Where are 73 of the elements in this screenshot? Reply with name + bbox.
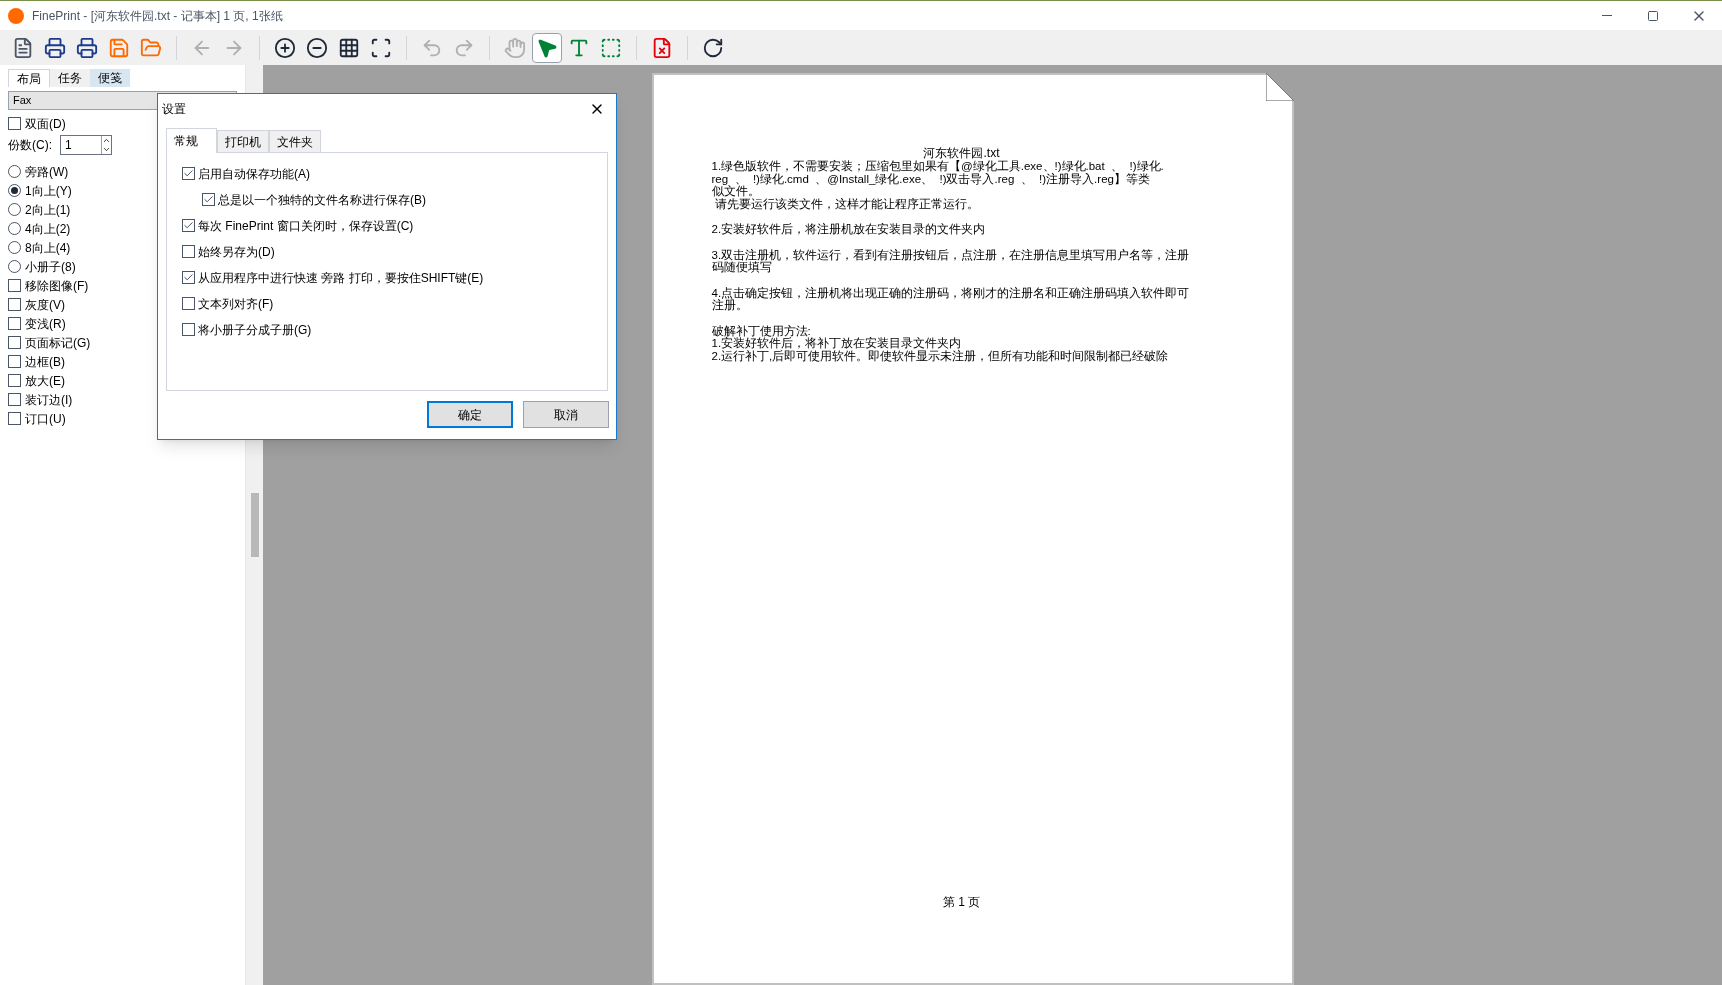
document-text-line: 码随便填写 bbox=[711, 261, 772, 274]
sidebar-tab[interactable]: 便笺 bbox=[90, 69, 130, 87]
option-label: 文本列对齐(F) bbox=[198, 295, 274, 313]
document-text-line: 1.绿色版软件，不需要安装；压缩包里如果有【@绿化工具.exe、!)绿化.bat 、 !)绿化. bbox=[711, 160, 1165, 173]
document-text-line: 1.安装好软件后，将补丁放在安装目录文件夹内 bbox=[711, 337, 962, 349]
option-label: 小册子(8) bbox=[25, 258, 76, 276]
checkbox[interactable] bbox=[182, 323, 195, 336]
checkbox[interactable] bbox=[8, 279, 21, 292]
option-label: 1向上(Y) bbox=[25, 182, 72, 200]
sidebar-tab[interactable]: 任务 bbox=[50, 69, 90, 87]
option-label: 订口(U) bbox=[25, 410, 66, 428]
radio-button[interactable] bbox=[8, 222, 21, 235]
option-label: 2向上(1) bbox=[25, 201, 71, 219]
option-label: 8向上(4) bbox=[25, 239, 71, 257]
option-label: 从应用程序中进行快速 旁路 打印，要按住SHIFT键(E) bbox=[198, 269, 484, 287]
maximize-icon bbox=[1647, 9, 1659, 22]
option-label: 将小册子分成子册(G) bbox=[198, 321, 312, 339]
document-text-line: 4.点击确定按钮，注册机将出现正确的注册码，将刚才的注册名和正确注册码填入软件即可 bbox=[711, 286, 1191, 299]
checkbox[interactable] bbox=[182, 271, 195, 284]
dialog-button[interactable]: 确定 bbox=[427, 401, 513, 428]
document-text-line: 破解补丁使用方法: bbox=[711, 324, 811, 337]
option-label: 灰度(V) bbox=[25, 296, 65, 314]
checkbox[interactable] bbox=[182, 219, 195, 232]
option-label: 4向上(2) bbox=[25, 220, 71, 238]
option-label: 边框(B) bbox=[25, 353, 65, 371]
checkbox[interactable] bbox=[182, 167, 195, 180]
option-label: 页面标记(G) bbox=[25, 334, 91, 352]
copies-spinner[interactable]: 1 bbox=[60, 135, 112, 155]
document-text-line: 3.双击注册机，软件运行，看到有注册按钮后，点注册，在注册信息里填写用户名等，注册 bbox=[711, 248, 1191, 261]
option-label: 放大(E) bbox=[25, 372, 65, 390]
radio-button[interactable] bbox=[8, 184, 21, 197]
dialog-tab[interactable]: 文件夹 bbox=[269, 130, 321, 152]
option-label: 变浅(R) bbox=[25, 315, 66, 333]
copies-label: 份数(C): bbox=[8, 137, 52, 154]
dialog-tab[interactable]: 常规 bbox=[166, 128, 217, 153]
checkbox[interactable] bbox=[8, 355, 21, 368]
checkbox[interactable] bbox=[8, 117, 21, 130]
option-label: 装订边(I) bbox=[25, 391, 73, 409]
panel-collapse-handle[interactable] bbox=[250, 493, 259, 557]
checkbox[interactable] bbox=[8, 317, 21, 330]
radio-button[interactable] bbox=[8, 260, 21, 273]
radio-button[interactable] bbox=[8, 165, 21, 178]
radio-button[interactable] bbox=[8, 203, 21, 216]
dialog-button[interactable]: 取消 bbox=[523, 401, 609, 428]
option-label: 启用自动保存功能(A) bbox=[198, 165, 310, 183]
document-text-line: 2.运行补丁,后即可使用软件。即使软件显示未注册，但所有功能和时间限制都已经破除 bbox=[711, 349, 1170, 362]
option-label: 移除图像(F) bbox=[25, 277, 89, 295]
option-label: 总是以一个独特的文件名称进行保存(B) bbox=[218, 191, 426, 209]
checkbox[interactable] bbox=[182, 245, 195, 258]
checkbox[interactable] bbox=[182, 297, 195, 310]
dialog-tab[interactable]: 打印机 bbox=[217, 130, 269, 152]
option-label: 旁路(W) bbox=[25, 163, 69, 181]
minimize-icon bbox=[1602, 15, 1612, 16]
checkbox[interactable] bbox=[8, 298, 21, 311]
option-label: 始终另存为(D) bbox=[198, 243, 275, 261]
document-title: 河东软件园.txt bbox=[923, 147, 1001, 160]
checkbox[interactable] bbox=[202, 193, 215, 206]
document-text-line: 似文件。 bbox=[711, 185, 761, 198]
app-logo-icon bbox=[8, 7, 24, 24]
checkbox[interactable] bbox=[8, 336, 21, 349]
document-text-line: 注册。 bbox=[711, 299, 748, 312]
window-title: FinePrint - [河东软件园.txt - 记事本] 1 页, 1张纸 bbox=[32, 7, 283, 25]
radio-button[interactable] bbox=[8, 241, 21, 254]
checkbox[interactable] bbox=[8, 374, 21, 387]
checkbox[interactable] bbox=[8, 412, 21, 425]
document-text-line: 2.安装好软件后，将注册机放在安装目录的文件夹内 bbox=[711, 223, 987, 236]
checkbox[interactable] bbox=[8, 393, 21, 406]
option-label: 每次 FinePrint 窗口关闭时，保存设置(C) bbox=[198, 217, 414, 235]
option-label: 双面(D) bbox=[25, 115, 66, 133]
document-text-line: 请先要运行该类文件，这样才能让程序正常运行。 bbox=[713, 197, 980, 210]
document-text-line: reg 、 !)绿化.cmd 、@Install_绿化.exe、 !)双击导入.reg 、 !)注册导入.reg】等类 bbox=[711, 172, 1151, 185]
page-number: 第 1 页 bbox=[942, 894, 982, 911]
sidebar-tab[interactable]: 布局 bbox=[8, 69, 50, 87]
